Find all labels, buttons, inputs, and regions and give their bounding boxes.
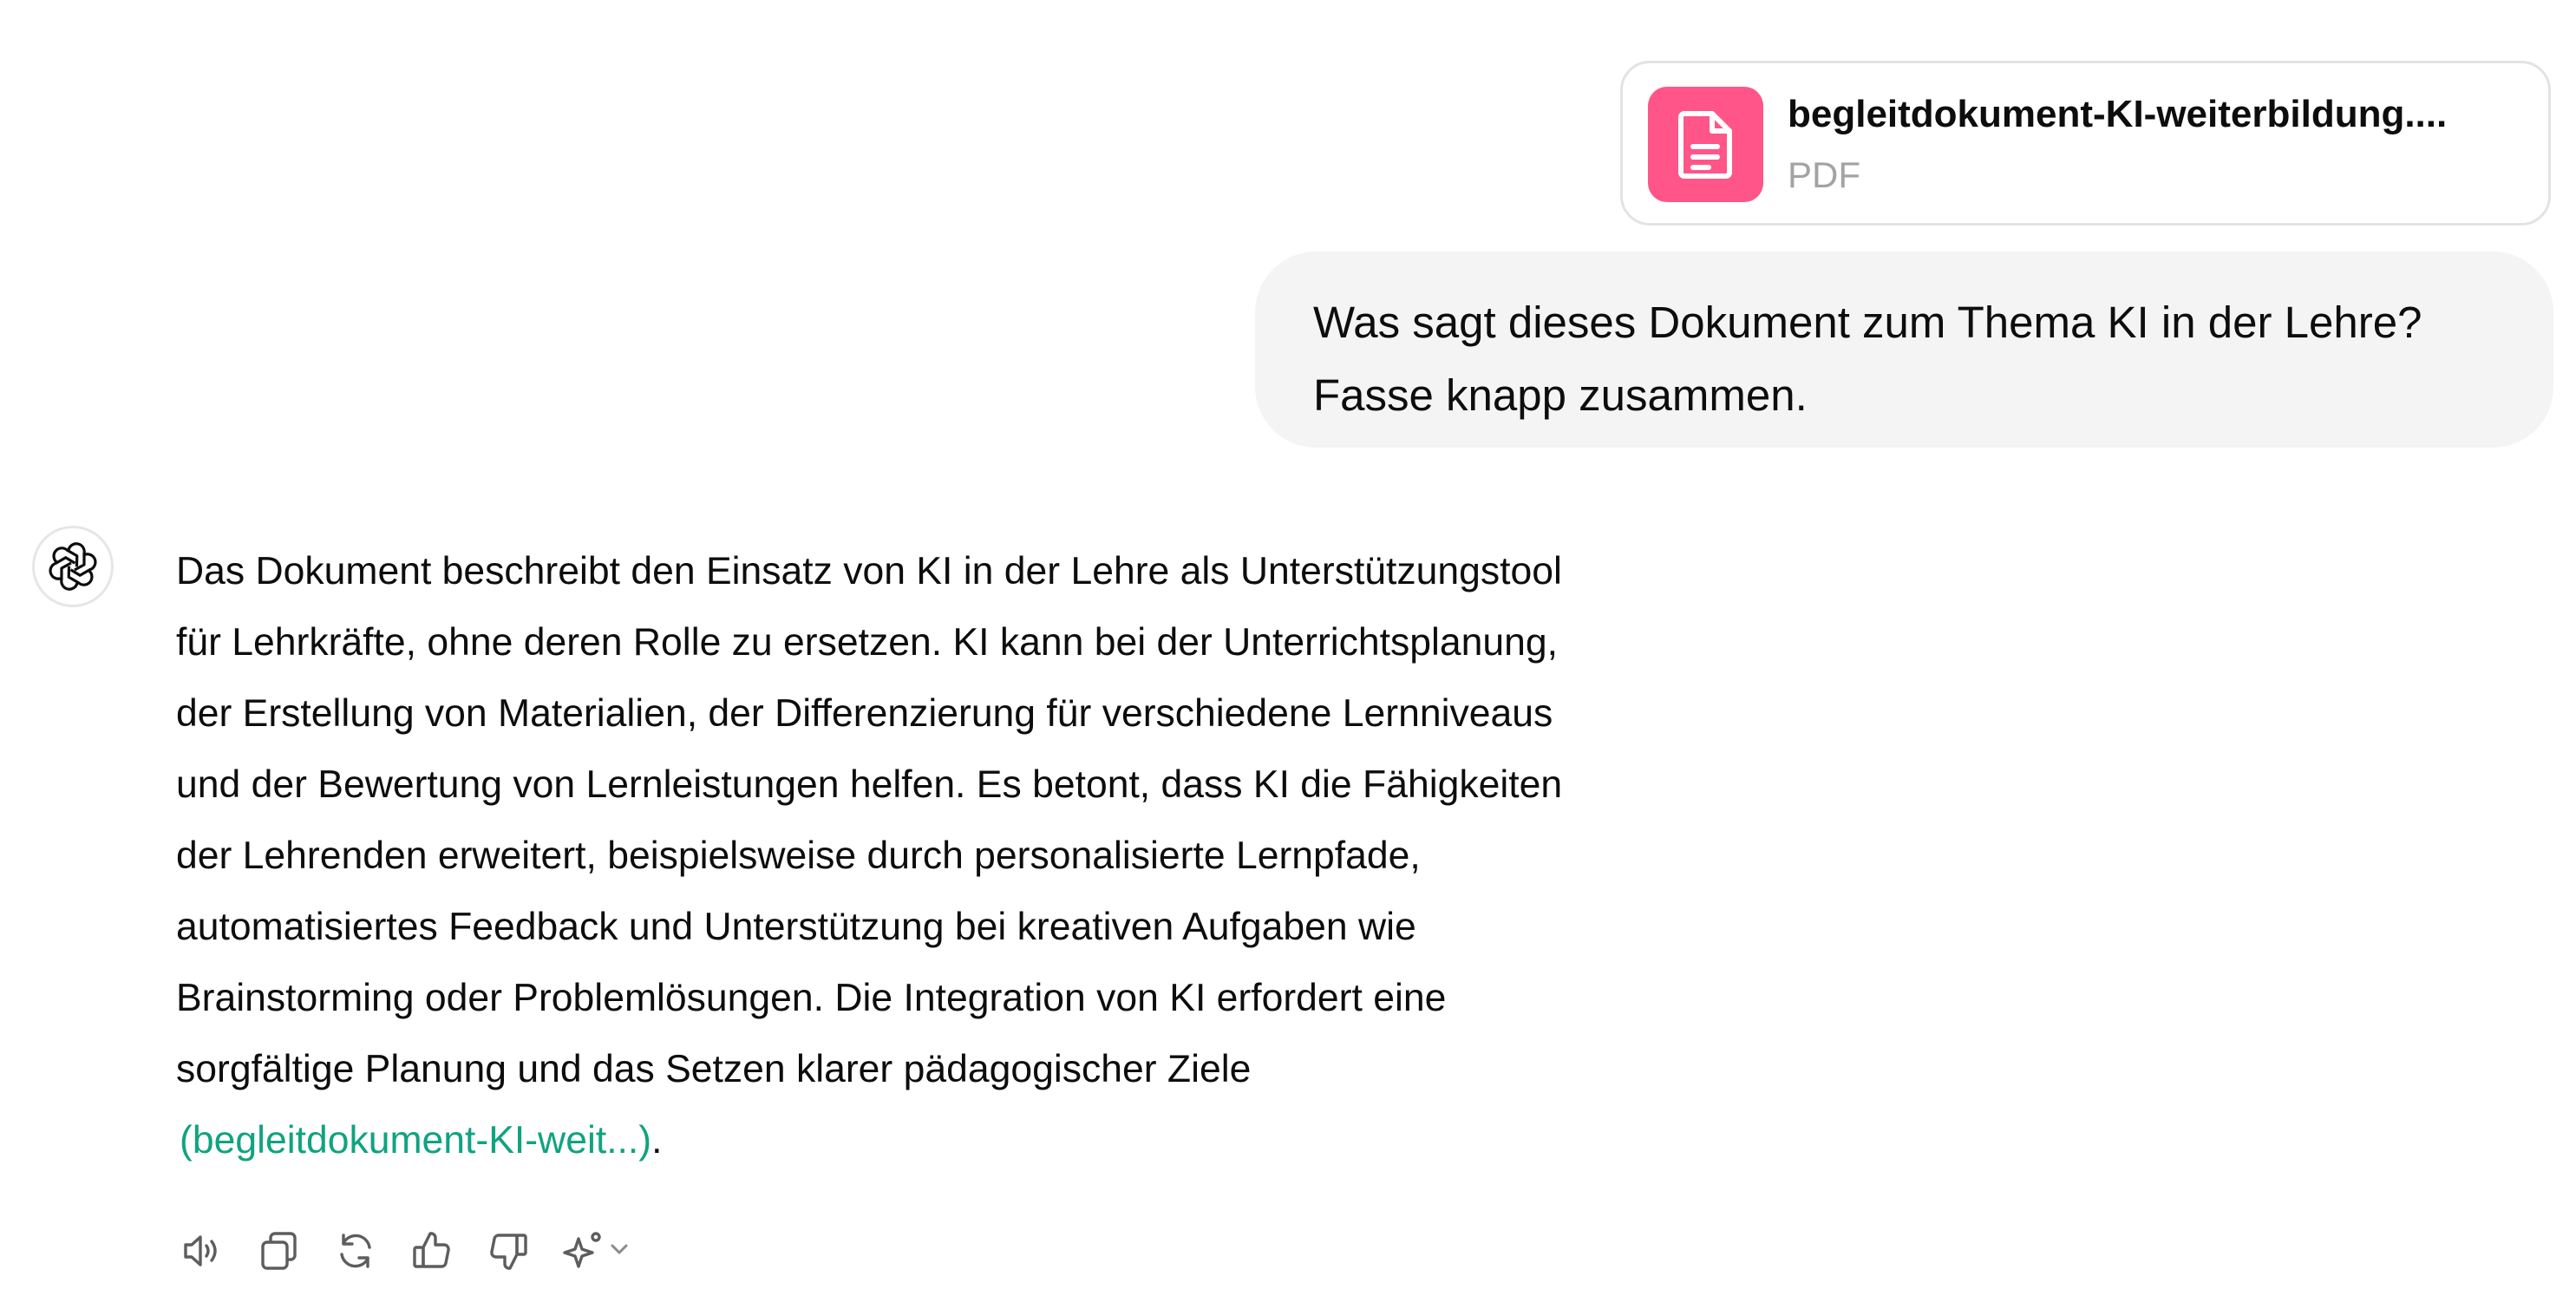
document-icon [1648,87,1763,202]
citation-suffix: . [651,1119,663,1162]
attachment-file-name: begleitdokument-KI-weiterbildung.... [1788,93,2448,135]
regenerate-button[interactable] [329,1224,382,1278]
thumbs-up-button[interactable] [405,1224,459,1278]
copy-button[interactable] [252,1224,306,1278]
speaker-icon [184,1235,217,1267]
assistant-message-text: Das Dokument beschreibt den Einsatz von … [176,550,1563,1090]
switch-model-button[interactable] [558,1224,636,1278]
refresh-icon [340,1234,371,1268]
sparkle-icon [563,1232,601,1268]
copy-icon [261,1232,297,1270]
openai-logo-icon [49,542,97,591]
attachment-card[interactable]: begleitdokument-KI-weiterbildung.... PDF [1620,61,2551,226]
thumbs-up-icon [413,1232,450,1268]
user-message-bubble: Was sagt dieses Dokument zum Thema KI in… [1255,252,2553,448]
assistant-message: Das Dokument beschreibt den Einsatz von … [176,536,1703,1176]
read-aloud-button[interactable] [176,1224,230,1278]
assistant-avatar [32,526,114,607]
chevron-down-icon [606,1236,632,1267]
citation-line: (begleitdokument-KI-weit...). [176,1105,1703,1176]
citation-link[interactable]: (begleitdokument-KI-weit...) [180,1119,651,1162]
message-action-bar [176,1225,658,1277]
thumbs-down-button[interactable] [481,1224,535,1278]
user-message-text: Was sagt dieses Dokument zum Thema KI in… [1313,298,2422,420]
thumbs-down-icon [490,1234,527,1270]
attachment-file-type: PDF [1788,154,1860,195]
